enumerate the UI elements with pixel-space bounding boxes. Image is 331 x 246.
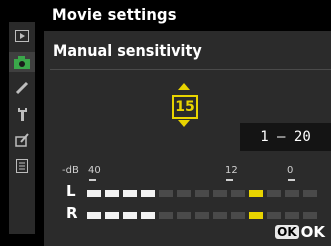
meter-scale-12: 12 [225,165,238,176]
meter-segment [285,212,299,219]
wrench-icon [18,108,27,121]
meter-segment [177,212,191,219]
meter-segment [177,190,191,197]
meter-segment [267,190,281,197]
title-divider [50,69,331,70]
tab-setup[interactable] [9,104,35,124]
settings-panel: Manual sensitivity 15 1 – 20 -dB 40 12 0… [44,31,331,246]
meter-segment [105,190,119,197]
ok-hint[interactable]: OK OK [275,223,325,241]
tab-shooting[interactable] [9,52,35,72]
meter-tick [226,179,233,181]
camera-icon [14,55,30,69]
meter-segment [195,212,209,219]
meter-segment [285,190,299,197]
meter-segment [249,190,263,197]
meter-segment [213,190,227,197]
meter-segment [159,212,173,219]
screen: Movie settings Manual sensitivity 15 1 –… [0,0,331,246]
menu-tabs [9,22,35,234]
channel-label-right: R [66,204,78,222]
tab-playback[interactable] [9,26,35,46]
meter-segment [123,190,137,197]
increase-arrow-icon[interactable] [178,83,190,90]
meter-segment [213,212,227,219]
meter-segment [123,212,137,219]
setting-title: Manual sensitivity [53,41,202,60]
meter-segment [303,212,317,219]
meter-segment [87,212,101,219]
meter-segment [231,212,245,219]
meter-segment [303,190,317,197]
meter-segment [231,190,245,197]
meter-segment [87,190,101,197]
level-meter-left [87,190,319,197]
meter-segment [141,212,155,219]
ok-button-icon: OK [275,225,299,239]
menu-rail [0,0,44,246]
meter-scale-0: 0 [287,165,294,176]
meter-segment [105,212,119,219]
meter-tick [288,179,295,181]
retouch-icon [15,133,29,147]
page-title: Movie settings [52,5,177,24]
meter-segment [249,212,263,219]
ok-label: OK [300,223,325,241]
channel-label-left: L [66,182,76,200]
decrease-arrow-icon[interactable] [178,120,190,127]
meter-scale-40: 40 [88,165,101,176]
meter-segment [141,190,155,197]
meter-tick [89,179,96,181]
tab-my-menu[interactable] [9,156,35,176]
meter-segment [159,190,173,197]
meter-unit: -dB [62,165,79,176]
tab-retouch[interactable] [9,130,35,150]
meter-segment [195,190,209,197]
meter-segment [267,212,281,219]
pencil-icon [15,81,29,95]
menu-header: Movie settings [44,0,331,30]
tab-custom-settings[interactable] [9,78,35,98]
sensitivity-range: 1 – 20 [240,123,331,151]
level-meter-right [87,212,319,219]
my-menu-icon [16,159,28,173]
playback-menu-icon [15,30,29,42]
sensitivity-value[interactable]: 15 [172,95,198,119]
